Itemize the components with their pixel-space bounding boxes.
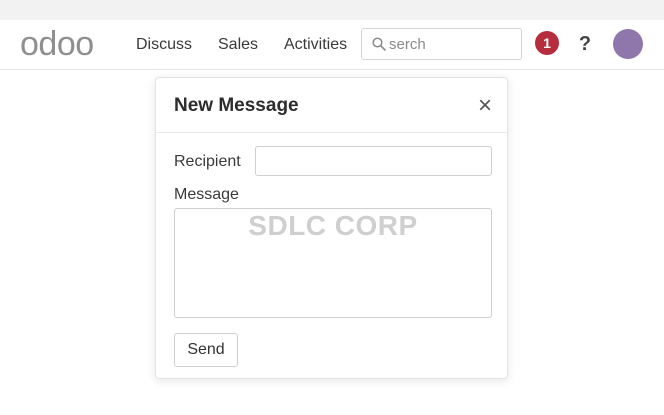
- recipient-input[interactable]: [255, 146, 492, 176]
- nav-item-sales[interactable]: Sales: [218, 35, 258, 55]
- top-strip: [0, 0, 664, 20]
- close-icon[interactable]: ×: [475, 94, 495, 118]
- avatar[interactable]: [613, 29, 643, 59]
- nav-item-discuss[interactable]: Discuss: [136, 35, 192, 55]
- send-button[interactable]: Send: [174, 333, 238, 367]
- message-label: Message: [174, 186, 239, 203]
- search-box[interactable]: [361, 28, 522, 60]
- dialog-title: New Message: [174, 95, 299, 116]
- page: odoo Discuss Sales Activities 1 ? New Me…: [0, 0, 664, 415]
- nav-item-activities[interactable]: Activities: [284, 35, 347, 55]
- recipient-label: Recipient: [174, 153, 241, 170]
- new-message-dialog: New Message × Recipient Message SDLC COR…: [155, 77, 508, 379]
- message-textarea[interactable]: [174, 208, 492, 318]
- search-input[interactable]: [389, 34, 514, 54]
- search-icon: [372, 37, 386, 51]
- odoo-logo[interactable]: odoo: [20, 26, 94, 62]
- notification-badge[interactable]: 1: [535, 31, 559, 55]
- help-icon[interactable]: ?: [577, 32, 593, 56]
- navbar: odoo Discuss Sales Activities 1 ?: [0, 20, 664, 70]
- dialog-header: New Message ×: [156, 78, 507, 133]
